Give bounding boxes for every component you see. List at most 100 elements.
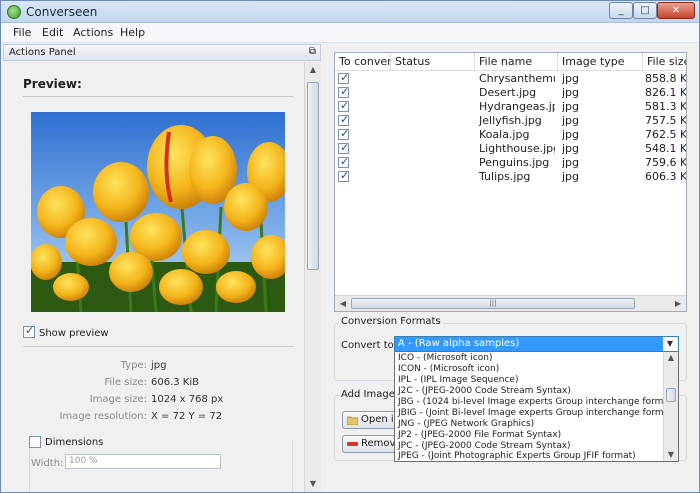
- row-checkbox[interactable]: [338, 155, 349, 168]
- menu-help[interactable]: Help: [120, 26, 145, 39]
- scroll-up-arrow-icon[interactable]: ▲: [305, 62, 321, 78]
- convert-to-select[interactable]: A - (Raw alpha samples) ▼: [394, 336, 679, 352]
- divider: [23, 96, 293, 97]
- format-option[interactable]: JBIG - (Joint Bi-level Image experts Gro…: [395, 408, 663, 419]
- row-checkbox[interactable]: [338, 169, 349, 182]
- scroll-thumb[interactable]: [666, 388, 676, 402]
- actions-panel-scrollbar[interactable]: ▲ ▼: [304, 62, 321, 492]
- row-checkbox[interactable]: [338, 113, 349, 126]
- format-option[interactable]: JPEG - (Joint Photographic Experts Group…: [395, 451, 663, 461]
- row-checkbox[interactable]: [338, 127, 349, 140]
- close-button[interactable]: ✕: [657, 2, 695, 19]
- file-name-cell: Jellyfish.jpg: [479, 114, 542, 127]
- add-images-title: Add Images: [339, 389, 403, 400]
- format-dropdown-list: ICO - (Microsoft icon) ICON - (Microsoft…: [394, 351, 679, 462]
- row-checkbox[interactable]: [338, 99, 349, 112]
- show-preview-checkbox[interactable]: [23, 324, 35, 338]
- menu-edit[interactable]: Edit: [42, 26, 63, 39]
- format-option[interactable]: J2C - (JPEG-2000 Code Stream Syntax): [395, 386, 663, 397]
- scroll-up-arrow-icon[interactable]: ▲: [664, 352, 678, 364]
- minimize-button[interactable]: _: [609, 2, 633, 19]
- row-checkbox[interactable]: [338, 85, 349, 98]
- column-header-status[interactable]: Status: [391, 53, 475, 71]
- file-name-cell: Koala.jpg: [479, 128, 530, 141]
- preview-heading: Preview:: [23, 77, 82, 91]
- scroll-down-arrow-icon[interactable]: ▼: [664, 449, 678, 461]
- image-type-cell: jpg: [562, 114, 580, 127]
- file-table-hscrollbar[interactable]: ◀ ||| ▶: [335, 295, 686, 311]
- title-bar[interactable]: Converseen _ □ ✕: [1, 1, 699, 23]
- file-name-cell: Chrysanthemu...: [479, 72, 555, 85]
- row-checkbox[interactable]: [338, 141, 349, 154]
- file-size-cell: 762.5 KiB: [645, 128, 687, 141]
- file-size-cell: 581.3 KiB: [645, 100, 687, 113]
- file-list-table: To convert Status File name Image type F…: [334, 52, 687, 312]
- table-row[interactable]: Penguins.jpg jpg 759.6 KiB: [335, 155, 686, 170]
- open-images-button[interactable]: Open im: [342, 411, 402, 429]
- preview-image: [31, 112, 285, 312]
- column-header-file-size[interactable]: File size: [643, 53, 686, 71]
- scroll-down-arrow-icon[interactable]: ▼: [305, 476, 321, 492]
- format-option[interactable]: ICON - (Microsoft icon): [395, 364, 663, 375]
- folder-icon: [347, 416, 358, 425]
- image-type-cell: jpg: [562, 128, 580, 141]
- format-option[interactable]: ICO - (Microsoft icon): [395, 353, 663, 364]
- converseen-logo-icon: [7, 5, 21, 19]
- column-header-image-type[interactable]: Image type: [558, 53, 643, 71]
- column-header-to-convert[interactable]: To convert: [335, 53, 391, 71]
- scroll-thumb[interactable]: |||: [351, 298, 635, 309]
- table-row[interactable]: Chrysanthemu... jpg 858.8 KiB: [335, 71, 686, 86]
- info-value: X = 72 Y = 72: [151, 411, 223, 422]
- app-window: Converseen _ □ ✕ File Edit Actions Help …: [0, 0, 700, 493]
- maximize-button[interactable]: □: [633, 2, 657, 19]
- dimensions-label: Dimensions: [45, 437, 104, 448]
- file-name-cell: Penguins.jpg: [479, 156, 550, 169]
- format-option[interactable]: JP2 - (JPEG-2000 File Format Syntax): [395, 430, 663, 441]
- scroll-right-arrow-icon[interactable]: ▶: [670, 296, 686, 311]
- table-row[interactable]: Hydrangeas.jpg jpg 581.3 KiB: [335, 99, 687, 114]
- info-value: jpg: [151, 360, 167, 371]
- image-type-cell: jpg: [562, 170, 580, 183]
- chevron-down-icon[interactable]: ▼: [663, 337, 677, 351]
- table-row[interactable]: Desert.jpg jpg 826.1 KiB: [335, 85, 687, 100]
- actions-panel: Preview: ✓ Show preview Type: jpg File s…: [3, 62, 303, 492]
- image-type-cell: jpg: [562, 72, 580, 85]
- convert-to-label: Convert to:: [341, 340, 398, 351]
- menu-bar: File Edit Actions Help: [1, 23, 699, 43]
- info-key: Type:: [120, 360, 147, 371]
- scroll-left-arrow-icon[interactable]: ◀: [335, 296, 351, 311]
- format-option[interactable]: IPL - (IPL Image Sequence): [395, 375, 663, 386]
- dropdown-scrollbar[interactable]: ▲ ▼: [663, 352, 678, 461]
- scroll-thumb[interactable]: [307, 82, 319, 270]
- image-type-cell: jpg: [562, 142, 580, 155]
- remove-images-button[interactable]: Remove: [342, 435, 402, 453]
- format-option[interactable]: JBG - (1024 bi-level Image experts Group…: [395, 397, 663, 408]
- actions-panel-header: Actions Panel ⧉: [3, 44, 321, 61]
- width-field[interactable]: 100 %: [65, 454, 221, 469]
- image-type-cell: jpg: [562, 86, 580, 99]
- column-header-file-name[interactable]: File name: [475, 53, 558, 71]
- info-row-file-size: File size: 606.3 KiB: [3, 377, 293, 391]
- table-row[interactable]: Lighthouse.jpg jpg 548.1 KiB: [335, 141, 687, 156]
- table-row[interactable]: Koala.jpg jpg 762.5 KiB: [335, 127, 687, 142]
- table-row[interactable]: Jellyfish.jpg jpg 757.5 KiB: [335, 113, 686, 128]
- menu-file[interactable]: File: [13, 26, 31, 39]
- undock-icon[interactable]: ⧉: [309, 46, 316, 57]
- table-row[interactable]: Tulips.jpg jpg 606.3 KiB: [335, 169, 687, 184]
- info-row-resolution: Image resolution: X = 72 Y = 72: [3, 411, 293, 425]
- file-size-cell: 606.3 KiB: [645, 170, 687, 183]
- format-option[interactable]: JNG - (JPEG Network Graphics): [395, 419, 663, 430]
- menu-actions[interactable]: Actions: [73, 26, 113, 39]
- image-type-cell: jpg: [562, 156, 580, 169]
- row-checkbox[interactable]: [338, 71, 349, 84]
- selected-format: A - (Raw alpha samples): [395, 337, 663, 351]
- dimensions-checkbox[interactable]: [29, 436, 41, 448]
- file-size-cell: 548.1 KiB: [645, 142, 687, 155]
- info-key: Image resolution:: [59, 411, 147, 422]
- divider: [23, 346, 293, 347]
- image-type-cell: jpg: [562, 100, 580, 113]
- file-size-cell: 826.1 KiB: [645, 86, 687, 99]
- remove-icon: [347, 442, 358, 446]
- file-name-cell: Tulips.jpg: [479, 170, 531, 183]
- width-label: Width:: [31, 458, 64, 469]
